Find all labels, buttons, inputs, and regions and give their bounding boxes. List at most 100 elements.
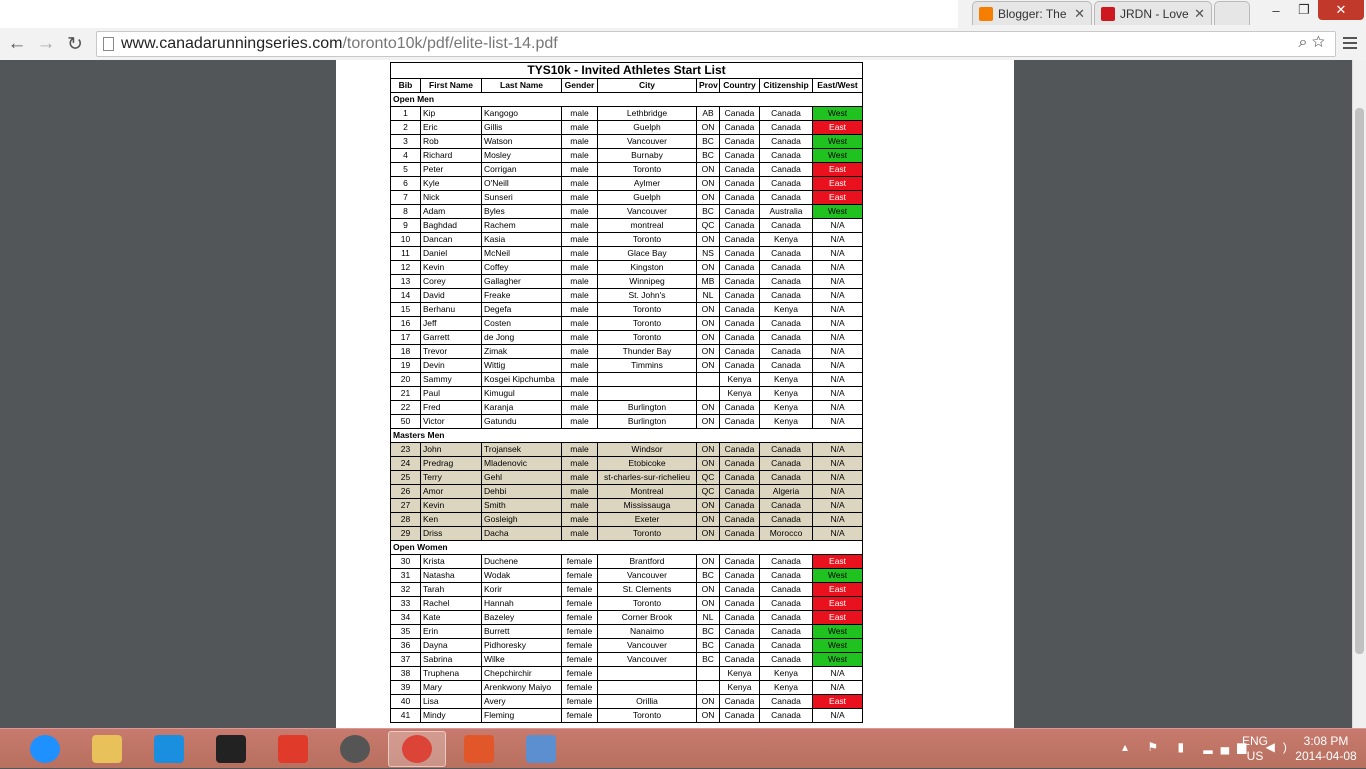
taskbar-item-app-rocket[interactable] [140, 731, 198, 767]
table-cell: Canada [719, 414, 760, 429]
address-bar[interactable]: www.canadarunningseries.com/toronto10k/p… [96, 31, 1336, 57]
table-cell: Lisa [420, 694, 482, 709]
table-cell: Kenya [759, 302, 813, 317]
close-tab-icon[interactable]: ✕ [1070, 6, 1085, 22]
chrome-menu-icon[interactable] [1340, 31, 1360, 55]
taskbar-item-app-equalizer[interactable] [450, 731, 508, 767]
clock[interactable]: 3:08 PM 2014-04-08 [1286, 734, 1366, 764]
table-cell: Trevor [420, 344, 482, 359]
table-cell: East [811, 120, 864, 135]
table-cell: East [811, 176, 864, 191]
taskbar-item-hp[interactable] [326, 731, 384, 767]
table-cell: female [561, 694, 598, 709]
table-cell: ON [696, 316, 720, 331]
table-cell: Canada [759, 596, 813, 611]
table-cell: 35 [390, 624, 421, 639]
table-cell: ON [696, 358, 720, 373]
section-header-row: Open Women [389, 540, 864, 555]
table-cell: male [561, 106, 598, 121]
table-cell: Canada [759, 442, 813, 457]
taskbar-item-app-colorful[interactable] [264, 731, 322, 767]
table-cell: 30 [390, 554, 421, 569]
table-cell: O'Neill [481, 176, 562, 191]
taskbar-item-internet-explorer[interactable] [16, 731, 74, 767]
taskbar-item-app-photos[interactable] [512, 731, 570, 767]
table-cell: Exeter [597, 512, 697, 527]
table-cell: David [420, 288, 482, 303]
table-cell: st-charles-sur-richelieu [597, 470, 697, 485]
tab-title: JRDN - Love [1120, 6, 1189, 21]
athlete-row: 38 Truphena Chepchirchir female Kenya Kenya N/… [390, 666, 864, 681]
new-tab-button[interactable] [1214, 1, 1250, 25]
language-indicator[interactable]: ENG US [1242, 734, 1268, 764]
table-cell: 36 [390, 638, 421, 653]
table-cell: 34 [390, 610, 421, 625]
table-cell: de Jong [481, 330, 562, 345]
close-tab-icon[interactable]: ✕ [1190, 6, 1205, 22]
table-cell: West [811, 568, 864, 583]
pdf-viewer: TYS10k - Invited Athletes Start List Bib… [0, 60, 1352, 728]
athlete-row: 12 Kevin Coffey male Kingston ON Canada Canada N… [390, 260, 864, 275]
url-text[interactable]: www.canadarunningseries.com/toronto10k/p… [121, 35, 558, 53]
table-cell: Thunder Bay [597, 344, 697, 359]
table-cell: St. John's [597, 288, 697, 303]
table-cell: Canada [759, 162, 813, 177]
table-cell: N/A [811, 414, 864, 429]
athlete-row: 7 Nick Sunseri male Guelph ON Canada Canada East [390, 190, 864, 205]
table-cell: 14 [390, 288, 421, 303]
restore-button[interactable]: ❐ [1290, 0, 1318, 20]
taskbar-item-app-camera[interactable] [202, 731, 260, 767]
table-cell: Coffey [481, 260, 562, 275]
table-cell: Canada [719, 288, 760, 303]
close-window-button[interactable]: ✕ [1318, 0, 1364, 20]
table-cell: female [561, 582, 598, 597]
athlete-row: 27 Kevin Smith male Mississauga ON Canada Canad… [390, 498, 864, 513]
taskbar-item-chrome[interactable] [388, 731, 446, 767]
table-cell: N/A [811, 442, 864, 457]
table-cell: Fred [420, 400, 482, 415]
taskbar-item-file-explorer[interactable] [78, 731, 136, 767]
table-cell: Canada [719, 526, 760, 541]
vertical-scrollbar[interactable] [1352, 60, 1366, 728]
table-cell: Canada [759, 218, 813, 233]
tab-jrdn[interactable]: JRDN - Love ✕ [1094, 1, 1212, 25]
athlete-row: 36 Dayna Pidhoresky female Vancouver BC Canada… [390, 638, 864, 653]
forward-button[interactable]: → [33, 31, 59, 57]
table-cell: male [561, 274, 598, 289]
table-cell: St. Clements [597, 582, 697, 597]
athlete-row: 5 Peter Corrigan male Toronto ON Canada Canada E… [390, 162, 864, 177]
table-cell: 13 [390, 274, 421, 289]
table-cell: QC [696, 484, 720, 499]
table-cell: N/A [811, 330, 864, 345]
scrollbar-thumb[interactable] [1355, 108, 1364, 654]
table-cell: Canada [759, 610, 813, 625]
language-code: ENG [1242, 734, 1269, 748]
title-bar-blank-area [0, 0, 958, 28]
app-equalizer-icon [464, 735, 494, 763]
table-cell: QC [696, 218, 720, 233]
minimize-button[interactable]: – [1262, 0, 1290, 20]
table-cell: female [561, 708, 598, 723]
reload-button[interactable]: ↻ [62, 31, 88, 57]
table-cell: Tarah [420, 582, 482, 597]
table-cell: ON [696, 498, 720, 513]
table-cell: Garrett [420, 330, 482, 345]
table-cell: 40 [390, 694, 421, 709]
table-cell: Kangogo [481, 106, 562, 121]
tray-icons[interactable]: ▴ ⚑ ▮ ▂▄▆ ◀) [1122, 740, 1295, 754]
table-cell: Wittig [481, 358, 562, 373]
zoom-and-bookmark-star-icon[interactable]: ⌕ ☆ [1299, 34, 1325, 52]
back-button[interactable]: ← [4, 31, 30, 57]
table-cell: Rob [420, 134, 482, 149]
table-cell: West [811, 624, 864, 639]
table-cell: Canada [759, 288, 813, 303]
table-cell: John [420, 442, 482, 457]
table-cell: Kenya [759, 680, 813, 695]
table-cell: Canada [719, 302, 760, 317]
table-cell: 37 [390, 652, 421, 667]
app-colorful-icon [278, 735, 308, 763]
tab-blogger[interactable]: Blogger: The ✕ [972, 1, 1092, 25]
table-cell: Corey [420, 274, 482, 289]
table-cell: 41 [390, 708, 421, 723]
table-cell: Montreal [597, 484, 697, 499]
